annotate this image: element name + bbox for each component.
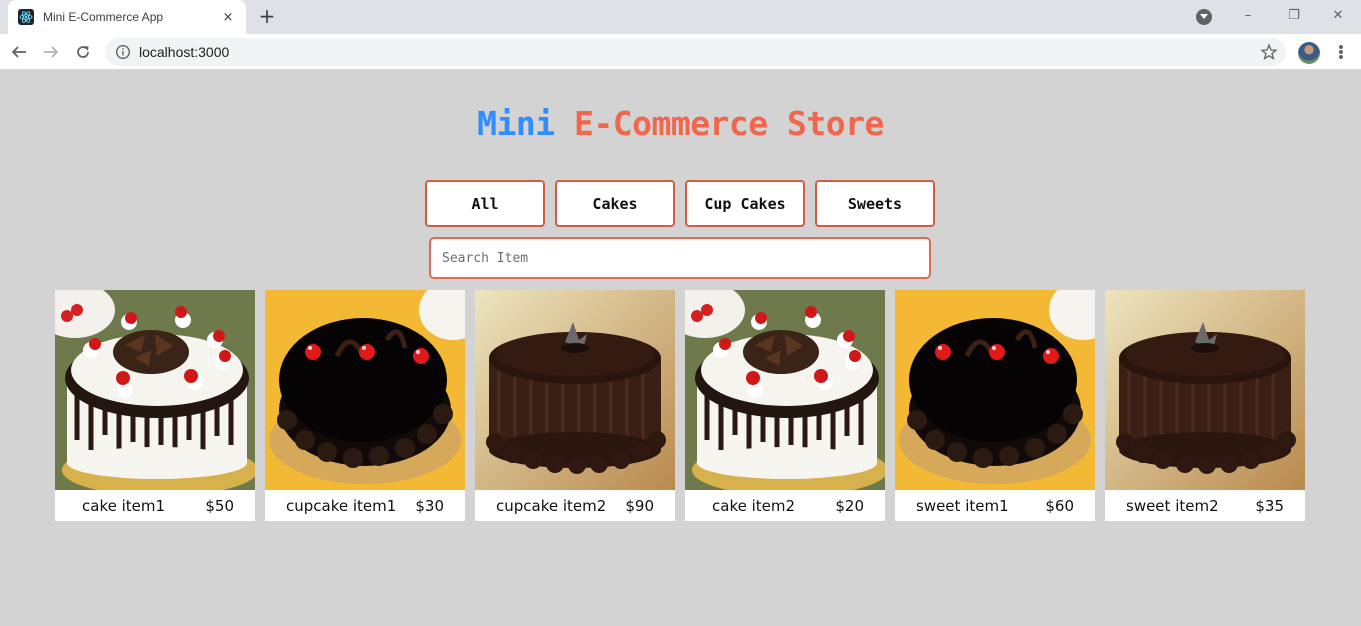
product-card[interactable]: cupcake item2 $90 [475,290,675,521]
title-store: E-Commerce Store [573,104,884,143]
product-card[interactable]: sweet item2 $35 [1105,290,1305,521]
profile-avatar[interactable] [1298,42,1320,64]
browser-tab[interactable]: Mini E-Commerce App × [8,0,246,34]
product-info: sweet item2 $35 [1105,490,1305,521]
new-tab-button[interactable]: + [256,5,278,27]
product-info: cake item1 $50 [55,490,255,521]
search-input[interactable] [429,237,931,279]
product-price: $35 [1255,496,1284,515]
window-minimize-button[interactable]: – [1225,0,1271,30]
product-price: $90 [625,496,654,515]
window-restore-button[interactable]: ❐ [1271,0,1317,30]
window-close-button[interactable]: ✕ [1315,0,1361,30]
react-icon [18,9,34,25]
tab-close-icon[interactable]: × [220,10,236,25]
product-card[interactable]: cupcake item1 $30 [265,290,465,521]
forward-arrow-icon[interactable] [39,40,63,64]
product-card[interactable]: cake item2 $20 [685,290,885,521]
black-forest-cake-image[interactable] [685,290,885,490]
filter-all-button[interactable]: All [425,180,545,227]
black-forest-cake-image[interactable] [55,290,255,490]
tab-search-icon[interactable] [1196,9,1212,25]
product-card[interactable]: sweet item1 $60 [895,290,1095,521]
url-text: localhost:3000 [139,44,230,60]
page-content: Mini E-Commerce Store All Cakes Cup Cake… [0,70,1361,626]
bookmark-star-icon[interactable] [1260,43,1278,61]
product-info: cake item2 $20 [685,490,885,521]
tab-title: Mini E-Commerce App [43,10,164,24]
product-info: cupcake item2 $90 [475,490,675,521]
category-filters: All Cakes Cup Cakes Sweets [425,180,937,228]
filter-sweets-button[interactable]: Sweets [815,180,935,227]
filter-cupcakes-button[interactable]: Cup Cakes [685,180,805,227]
chocolate-truffle-cake-image[interactable] [475,290,675,490]
product-price: $60 [1045,496,1074,515]
product-name: sweet item1 [916,496,1009,515]
chocolate-cherry-cake-image[interactable] [895,290,1095,490]
reload-icon[interactable] [71,40,95,64]
product-price: $50 [205,496,234,515]
address-bar[interactable]: localhost:3000 [105,38,1286,66]
product-price: $20 [835,496,864,515]
info-icon[interactable] [115,44,131,60]
filter-cakes-button[interactable]: Cakes [555,180,675,227]
page-title: Mini E-Commerce Store [0,104,1361,143]
chocolate-truffle-cake-image[interactable] [1105,290,1305,490]
product-info: sweet item1 $60 [895,490,1095,521]
browser-toolbar: localhost:3000 [0,34,1361,70]
browser-menu-icon[interactable] [1333,42,1349,62]
chocolate-cherry-cake-image[interactable] [265,290,465,490]
product-name: cake item2 [712,496,796,515]
product-name: cupcake item1 [286,496,397,515]
product-grid: cake item1 $50 cupcake item1 $30 cupcake… [55,290,1305,521]
product-name: cake item1 [82,496,166,515]
product-card[interactable]: cake item1 $50 [55,290,255,521]
title-mini: Mini [477,104,555,143]
browser-tab-bar: Mini E-Commerce App × + – ❐ ✕ [0,0,1361,34]
product-name: sweet item2 [1126,496,1219,515]
product-price: $30 [415,496,444,515]
product-info: cupcake item1 $30 [265,490,465,521]
back-arrow-icon[interactable] [7,40,31,64]
product-name: cupcake item2 [496,496,607,515]
